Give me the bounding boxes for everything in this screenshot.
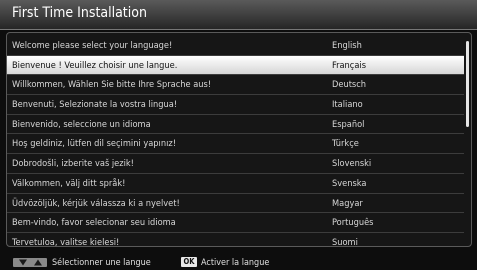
ok-hint: Activer la langue <box>201 258 270 268</box>
language-row-english[interactable]: Welcome please select your language! Eng… <box>7 36 464 56</box>
language-row-portugues[interactable]: Bem-vindo, favor selecionar seu idioma P… <box>7 213 464 233</box>
title-bar: First Time Installation <box>0 0 477 30</box>
language-greeting: Benvenuti, Selezionate la vostra lingua! <box>12 99 178 111</box>
language-greeting: Bienvenue ! Veuillez choisir une langue. <box>12 59 178 71</box>
language-greeting: Bienvenido, seleccione un idioma <box>12 118 151 130</box>
language-name: Português <box>332 217 374 229</box>
language-row-turkce[interactable]: Hoş geldiniz, lütfen dil seçimini yapını… <box>7 134 464 155</box>
language-row-slovenski[interactable]: Dobrodošli, izberite vaš jezik! Slovensk… <box>7 154 464 174</box>
ok-key-icon: OK <box>181 257 197 267</box>
navigate-hint: Sélectionner une langue <box>52 258 151 268</box>
language-name: Français <box>332 59 366 71</box>
language-row-magyar[interactable]: Üdvözöljük, kérjük válassza ki a nyelvet… <box>7 194 464 214</box>
language-name: Deutsch <box>332 79 367 91</box>
language-name: Türkçe <box>332 138 359 150</box>
language-greeting: Tervetuloa, valitse kielesi! <box>12 236 120 248</box>
language-row-francais[interactable]: Bienvenue ! Veuillez choisir une langue.… <box>7 55 464 76</box>
language-name: Slovenski <box>332 158 372 170</box>
language-name: Magyar <box>332 197 363 209</box>
language-greeting: Willkommen, Wählen Sie bitte Ihre Sprach… <box>12 79 212 91</box>
language-greeting: Bem-vindo, favor selecionar seu idioma <box>12 217 176 229</box>
language-greeting: Üdvözöljük, kérjük válassza ki a nyelvet… <box>12 197 180 209</box>
language-greeting: Dobrodošli, izberite vaš jezik! <box>12 158 134 170</box>
language-row-italiano[interactable]: Benvenuti, Selezionate la vostra lingua!… <box>7 95 464 115</box>
scrollbar[interactable] <box>466 41 469 127</box>
language-list-panel: Welcome please select your language! Eng… <box>6 32 472 248</box>
language-name: Español <box>332 118 365 130</box>
page-title: First Time Installation <box>12 5 147 21</box>
language-greeting: Välkommen, välj ditt språk! <box>12 177 126 189</box>
language-row-espanol[interactable]: Bienvenido, seleccione un idioma Español <box>7 115 464 135</box>
language-row-svenska[interactable]: Välkommen, välj ditt språk! Svenska <box>7 174 464 194</box>
language-row-suomi[interactable]: Tervetuloa, valitse kielesi! Suomi <box>7 233 464 252</box>
language-name: Italiano <box>332 99 363 111</box>
language-list[interactable]: Welcome please select your language! Eng… <box>7 36 464 252</box>
up-down-keys-icon <box>13 258 47 267</box>
language-name: English <box>332 40 362 51</box>
footer-hint-bar: Sélectionner une langue OK Activer la la… <box>0 255 477 270</box>
language-greeting: Welcome please select your language! <box>12 40 173 51</box>
language-name: Svenska <box>332 177 367 189</box>
language-row-deutsch[interactable]: Willkommen, Wählen Sie bitte Ihre Sprach… <box>7 75 464 96</box>
language-name: Suomi <box>332 236 358 248</box>
language-greeting: Hoş geldiniz, lütfen dil seçimini yapını… <box>12 138 177 150</box>
